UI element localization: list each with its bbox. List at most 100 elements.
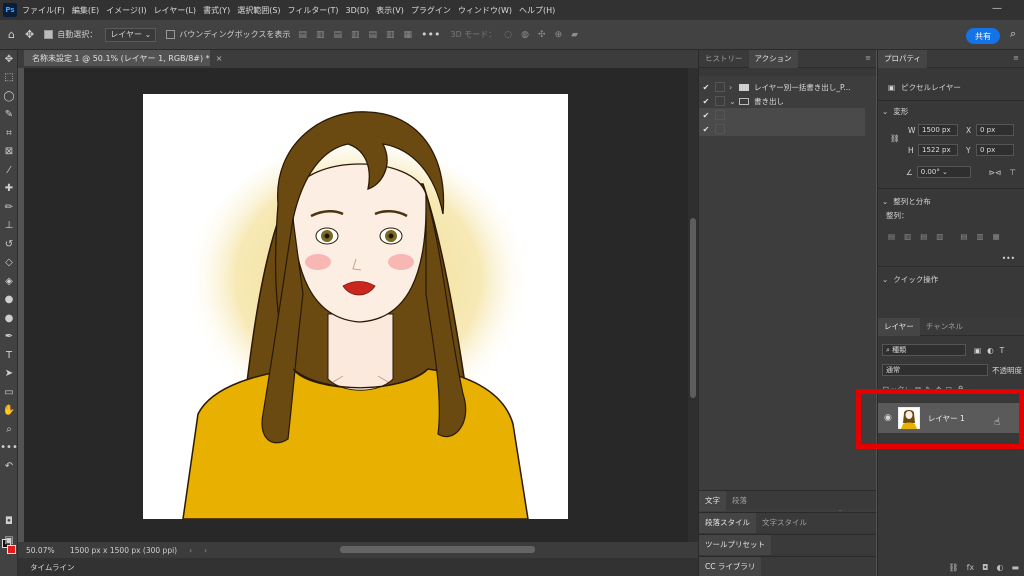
screen-mode-icon[interactable]: ▣ [0, 531, 18, 550]
collapse-icon[interactable]: ⌄ [729, 97, 739, 106]
eraser-icon[interactable]: ◇ [0, 254, 18, 273]
check-icon[interactable]: ✔ [699, 111, 713, 120]
flip-vertical-icon[interactable]: ⊤ [1009, 168, 1016, 177]
path-select-icon[interactable]: ➤ [0, 365, 18, 384]
more-tools-icon[interactable]: ••• [0, 439, 18, 458]
align-left-icon[interactable]: ▤ [298, 30, 307, 40]
tab-character-styles[interactable]: 文字スタイル [756, 513, 813, 533]
minimize-icon[interactable]: — [992, 3, 1002, 14]
align-left-edges-icon[interactable]: ▤ [888, 232, 895, 241]
expand-icon[interactable]: › [729, 83, 739, 92]
auto-select-dropdown[interactable]: レイヤー ⌄ [105, 27, 157, 42]
vertical-scroll-thumb[interactable] [690, 218, 696, 398]
auto-select-checkbox[interactable] [44, 30, 54, 39]
quick-select-icon[interactable]: ✎ [0, 106, 18, 125]
zoom-icon[interactable]: ⌕ [0, 420, 18, 439]
healing-brush-icon[interactable]: ✚ [0, 180, 18, 199]
clone-stamp-icon[interactable]: ⊥ [0, 217, 18, 236]
menu-help[interactable]: ヘルプ(H) [519, 5, 555, 16]
swap-colors-icon[interactable]: ↶ [0, 457, 18, 476]
tab-tool-presets[interactable]: ツールプリセット [699, 534, 771, 555]
menu-select[interactable]: 選択範囲(S) [237, 5, 280, 16]
3d-slide-icon[interactable]: ⊕ [555, 30, 563, 40]
menu-3d[interactable]: 3D(D) [346, 6, 370, 15]
align-top-edges-icon[interactable]: ▥ [936, 232, 943, 241]
action-row[interactable]: ✔ ⌄ 書き出し [699, 94, 865, 108]
link-layers-icon[interactable]: ⛓ [948, 563, 958, 572]
fx-icon[interactable]: fx [967, 563, 975, 572]
action-step-row[interactable]: ✔ [699, 122, 865, 136]
type-icon[interactable]: T [0, 346, 18, 365]
quick-actions-header[interactable]: ⌄ クイック操作 [878, 274, 1024, 285]
pen-icon[interactable]: ✒ [0, 328, 18, 347]
timeline-tab[interactable]: タイムライン [30, 562, 74, 573]
distribute-icon[interactable]: ▦ [993, 232, 1000, 241]
frame-icon[interactable]: ⊠ [0, 143, 18, 162]
tab-cc-libraries[interactable]: CC ライブラリ [699, 556, 762, 576]
menu-edit[interactable]: 編集(E) [72, 5, 99, 16]
3d-camera-icon[interactable]: ▰ [571, 30, 578, 40]
menu-image[interactable]: イメージ(I) [106, 5, 146, 16]
3d-orbit-icon[interactable]: ◌ [504, 30, 512, 40]
menu-filter[interactable]: フィルター(T) [288, 5, 339, 16]
flip-horizontal-icon[interactable]: ⊳⊲ [989, 168, 1002, 177]
panel-menu-icon[interactable]: ≡ [865, 54, 871, 62]
filter-adjustment-icon[interactable]: ◐ [987, 346, 994, 355]
transform-header[interactable]: ⌄ 変形 [878, 106, 1024, 117]
rectangle-icon[interactable]: ▭ [0, 383, 18, 402]
dodge-icon[interactable]: ● [0, 309, 18, 328]
blur-icon[interactable]: ● [0, 291, 18, 310]
brush-icon[interactable]: ✏ [0, 198, 18, 217]
dialog-toggle[interactable] [715, 82, 725, 92]
menu-file[interactable]: ファイル(F) [22, 5, 65, 16]
dialog-toggle[interactable] [715, 110, 725, 120]
zoom-level[interactable]: 50.07% [26, 546, 64, 555]
menu-window[interactable]: ウィンドウ(W) [458, 5, 512, 16]
align-center-icon[interactable]: ▥ [316, 30, 325, 40]
hand-icon[interactable]: ✋ [0, 402, 18, 421]
menu-type[interactable]: 書式(Y) [203, 5, 230, 16]
angle-field[interactable]: 0.00° ⌄ [916, 166, 971, 178]
move-icon[interactable]: ✥ [0, 50, 18, 69]
link-icon[interactable]: ⛓ [890, 134, 900, 143]
3d-roll-icon[interactable]: ◍ [521, 30, 529, 40]
blend-mode-dropdown[interactable]: 通常 [882, 364, 988, 376]
tab-history[interactable]: ヒストリー [699, 50, 749, 68]
tab-paragraph[interactable]: 段落 [726, 491, 753, 511]
more-options-icon[interactable]: ••• [421, 28, 440, 41]
check-icon[interactable]: ✔ [699, 83, 713, 92]
check-icon[interactable]: ✔ [699, 125, 713, 134]
document-tab[interactable]: 名称未設定 1 @ 50.1% (レイヤー 1, RGB/8#) * × [24, 50, 222, 67]
tab-actions[interactable]: アクション [748, 49, 798, 68]
search-icon[interactable]: ⌕ [1010, 27, 1016, 41]
tab-layers[interactable]: レイヤー [878, 317, 920, 336]
filter-pixel-icon[interactable]: ▣ [974, 346, 981, 355]
status-menu-icon[interactable]: › [189, 546, 192, 555]
distribute-icon[interactable]: ▦ [404, 30, 413, 40]
action-step-row[interactable]: ✔ [699, 108, 865, 122]
tab-character[interactable]: 文字 [699, 490, 726, 511]
action-set-row[interactable]: ✔ › レイヤー別一括書き出し_P... [699, 80, 865, 94]
dialog-toggle[interactable] [715, 124, 725, 134]
quick-mask-icon[interactable]: ◘ [0, 512, 18, 531]
horizontal-scroll-thumb[interactable] [340, 546, 535, 553]
scroll-left-icon[interactable]: ‹ [204, 546, 207, 555]
menu-plugins[interactable]: プラグイン [411, 5, 451, 16]
layer-filter-dropdown[interactable]: ⌕ 種類 [882, 344, 966, 356]
panel-menu-icon[interactable]: ≡ [1013, 54, 1019, 62]
vertical-scrollbar[interactable] [688, 68, 698, 542]
new-group-icon[interactable]: ▬ [1011, 563, 1019, 572]
bounding-box-checkbox[interactable] [166, 30, 176, 39]
align-right-icon[interactable]: ▤ [333, 30, 342, 40]
move-tool-icon[interactable]: ✥ [25, 28, 34, 41]
crop-icon[interactable]: ⌗ [0, 124, 18, 143]
check-icon[interactable]: ✔ [699, 97, 713, 106]
home-icon[interactable]: ⌂ [8, 28, 15, 41]
tab-paragraph-styles[interactable]: 段落スタイル [699, 512, 756, 533]
align-bottom-edges-icon[interactable]: ▥ [976, 232, 983, 241]
close-tab-icon[interactable]: × [216, 54, 223, 63]
lasso-icon[interactable]: ◯ [0, 87, 18, 106]
align-v-centers-icon[interactable]: ▤ [960, 232, 967, 241]
adjustment-layer-icon[interactable]: ◐ [996, 563, 1003, 572]
align-right-edges-icon[interactable]: ▤ [920, 232, 927, 241]
